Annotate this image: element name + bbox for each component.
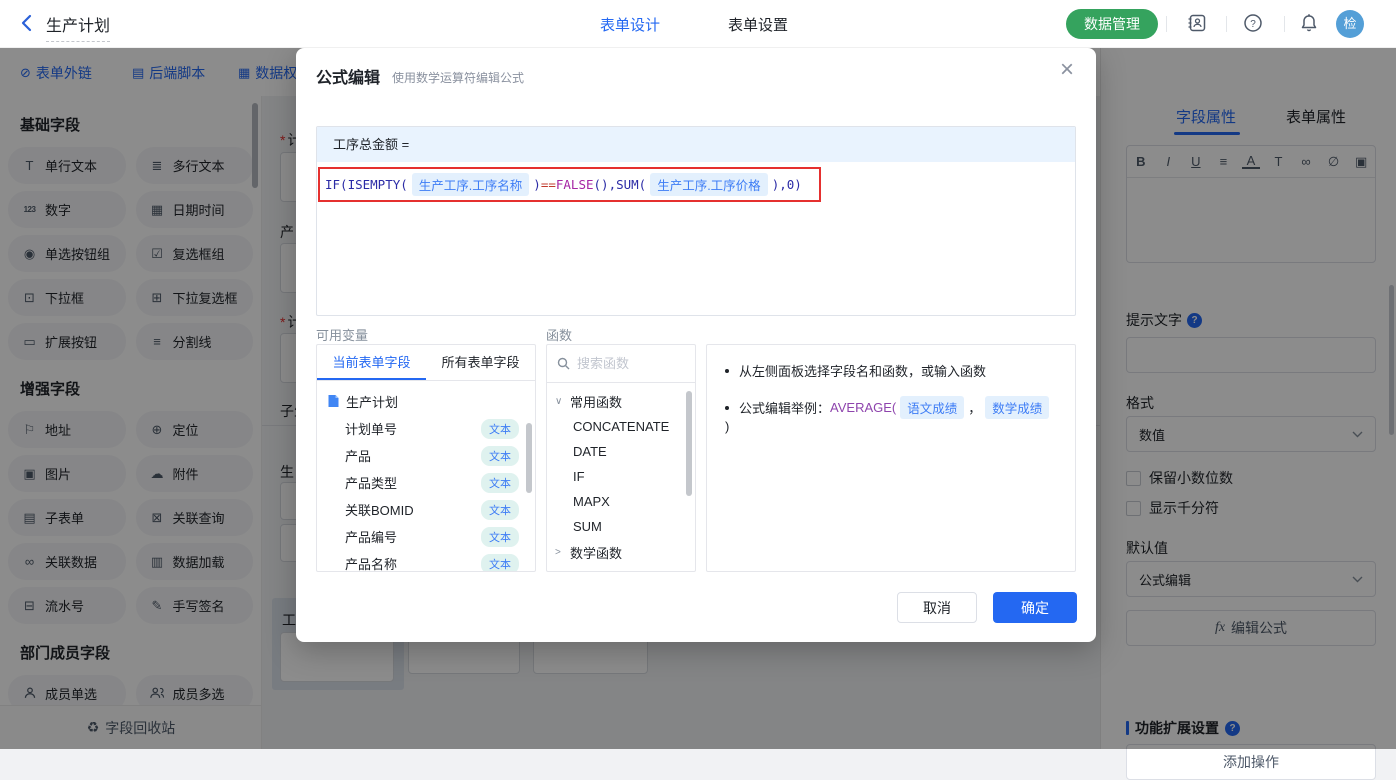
- example-field-chip: 数学成绩: [985, 396, 1049, 419]
- formula-token: ),0): [772, 177, 802, 192]
- variable-name: 计划单号: [345, 419, 397, 438]
- divider: [1284, 16, 1285, 32]
- formula-token: (),SUM(: [594, 177, 647, 192]
- variable-row[interactable]: 计划单号 文本: [317, 415, 535, 442]
- variable-name: 产品: [345, 446, 371, 465]
- bullet-icon: [725, 369, 729, 373]
- function-group[interactable]: ∨ 常用函数: [547, 388, 695, 414]
- modal-subtitle: 使用数学运算符编辑公式: [392, 69, 524, 86]
- function-group-label: 常用函数: [570, 392, 622, 411]
- tab-form-settings[interactable]: 表单设置: [728, 14, 788, 35]
- variables-tree: 生产计划 计划单号文本产品文本产品类型文本关联BOMID文本产品编号文本产品名称…: [317, 381, 535, 572]
- tab-all-form-fields[interactable]: 所有表单字段: [426, 345, 535, 380]
- formula-token: IF(ISEMPTY(: [325, 177, 408, 192]
- variables-scrollbar[interactable]: [526, 423, 532, 493]
- notification-bell-icon[interactable]: [1298, 12, 1322, 36]
- cancel-button[interactable]: 取消: [897, 592, 977, 623]
- function-group[interactable]: >文本函数: [547, 565, 695, 572]
- variable-name: 产品编号: [345, 527, 397, 546]
- help-circle-icon[interactable]: ?: [1242, 12, 1266, 36]
- divider: [1166, 16, 1167, 32]
- variable-type-badge: 文本: [481, 419, 519, 439]
- function-search-box[interactable]: [547, 345, 695, 383]
- function-item[interactable]: DATE: [547, 439, 695, 464]
- variable-name: 关联BOMID: [345, 500, 414, 519]
- variable-name: 产品名称: [345, 554, 397, 572]
- formula-token: ): [533, 177, 541, 192]
- function-group[interactable]: > 数学函数: [547, 539, 695, 565]
- variable-row[interactable]: 产品 文本: [317, 442, 535, 469]
- functions-section-label: 函数: [546, 325, 572, 344]
- hints-panel: 从左侧面板选择字段名和函数，或输入函数 公式编辑举例： AVERAGE( 语文成…: [706, 344, 1076, 572]
- function-item[interactable]: CONCATENATE: [547, 414, 695, 439]
- functions-panel: ∨ 常用函数 CONCATENATEDATEIFMAPXSUM > 数学函数 >文本函数: [546, 344, 696, 572]
- functions-scrollbar[interactable]: [686, 391, 692, 496]
- app-header: 生产计划 表单设计 表单设置 数据管理 ? 检: [0, 0, 1396, 48]
- variable-type-badge: 文本: [481, 473, 519, 493]
- variables-section-label: 可用变量: [316, 325, 368, 344]
- close-icon[interactable]: ×: [1060, 58, 1074, 82]
- variable-row[interactable]: 产品类型 文本: [317, 469, 535, 496]
- search-icon: [557, 357, 570, 370]
- divider: [1226, 16, 1227, 32]
- variable-row[interactable]: 产品名称 文本: [317, 550, 535, 572]
- svg-text:?: ?: [1250, 19, 1256, 30]
- bullet-icon: [725, 406, 729, 410]
- data-management-button[interactable]: 数据管理: [1066, 9, 1158, 39]
- confirm-button[interactable]: 确定: [993, 592, 1077, 623]
- variable-type-badge: 文本: [481, 527, 519, 547]
- variable-row[interactable]: 产品编号 文本: [317, 523, 535, 550]
- variable-row[interactable]: 关联BOMID 文本: [317, 496, 535, 523]
- function-group-label: 数学函数: [570, 543, 622, 562]
- back-chevron-icon: [18, 13, 36, 33]
- tree-root-form[interactable]: 生产计划: [317, 387, 535, 415]
- variable-type-badge: 文本: [481, 500, 519, 520]
- formula-expression[interactable]: IF(ISEMPTY( 生产工序.工序名称)==FALSE(),SUM(生产工序.…: [325, 173, 802, 196]
- tab-form-design[interactable]: 表单设计: [600, 14, 660, 35]
- chevron-right-icon: >: [555, 547, 565, 558]
- example-function: AVERAGE(: [830, 400, 896, 415]
- chevron-down-icon: ∨: [555, 396, 565, 407]
- formula-editor-area[interactable]: 工序总金额 = IF(ISEMPTY( 生产工序.工序名称)==FALSE(),S…: [316, 126, 1076, 316]
- formula-token: FALSE: [556, 177, 594, 192]
- variables-panel: 当前表单字段 所有表单字段 生产计划 计划单号文本产品文本产品类型文本关联BOM…: [316, 344, 536, 572]
- user-avatar[interactable]: 检: [1336, 10, 1364, 38]
- formula-field-chip[interactable]: 生产工序.工序名称: [412, 173, 529, 196]
- variable-type-badge: 文本: [481, 554, 519, 573]
- tab-current-form-fields[interactable]: 当前表单字段: [317, 345, 426, 380]
- document-icon: [327, 394, 340, 408]
- function-group-label: 文本函数: [570, 569, 622, 573]
- formula-token: ==: [541, 177, 556, 192]
- function-item[interactable]: MAPX: [547, 489, 695, 514]
- add-action-button[interactable]: 添加操作: [1126, 744, 1376, 780]
- function-search-input[interactable]: [577, 356, 677, 371]
- formula-field-chip[interactable]: 生产工序.工序价格: [650, 173, 767, 196]
- function-item[interactable]: IF: [547, 464, 695, 489]
- modal-title: 公式编辑: [316, 64, 380, 88]
- formula-target-label: 工序总金额 =: [317, 127, 1075, 162]
- functions-tree: ∨ 常用函数 CONCATENATEDATEIFMAPXSUM > 数学函数 >文本函数: [547, 383, 695, 572]
- formula-highlight-box: IF(ISEMPTY( 生产工序.工序名称)==FALSE(),SUM(生产工序.…: [318, 167, 821, 202]
- function-item[interactable]: SUM: [547, 514, 695, 539]
- formula-editor-modal: 公式编辑 使用数学运算符编辑公式 × 工序总金额 = IF(ISEMPTY( 生产…: [296, 48, 1096, 642]
- hint-line: 从左侧面板选择字段名和函数，或输入函数: [725, 361, 1057, 380]
- variable-type-badge: 文本: [481, 446, 519, 466]
- contact-book-icon[interactable]: [1186, 12, 1210, 36]
- back-button[interactable]: [18, 13, 38, 35]
- example-field-chip: 语文成绩: [900, 396, 964, 419]
- page-title: 生产计划: [46, 12, 110, 42]
- hint-example-line: 公式编辑举例： AVERAGE( 语文成绩 ， 数学成绩 ): [725, 396, 1057, 434]
- variable-name: 产品类型: [345, 473, 397, 492]
